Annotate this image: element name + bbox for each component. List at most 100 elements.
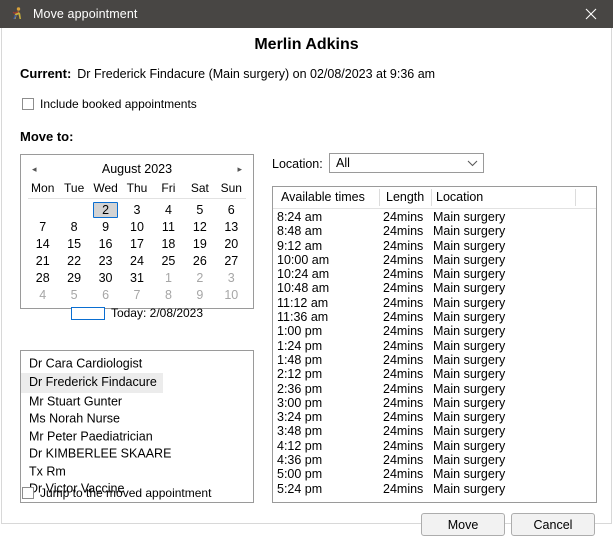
calendar-day-14[interactable]: 14 — [27, 235, 58, 252]
calendar-day-31[interactable]: 31 — [121, 269, 152, 286]
calendar-day-20[interactable]: 20 — [216, 235, 247, 252]
practitioner-list[interactable]: Dr Cara Cardiologist Dr Frederick Findacu… — [20, 350, 254, 503]
calendar-day-10[interactable]: 10 — [121, 218, 152, 235]
table-row[interactable]: 3:00 pm 24mins Main surgery — [273, 396, 596, 410]
calendar-day-6[interactable]: 6 — [90, 286, 121, 303]
list-item[interactable]: Tx Rm — [21, 463, 253, 481]
calendar-day-18[interactable]: 18 — [153, 235, 184, 252]
calendar-day-3[interactable]: 3 — [121, 201, 152, 218]
table-row[interactable]: 10:00 am 24mins Main surgery — [273, 253, 596, 267]
table-row[interactable]: 1:24 pm 24mins Main surgery — [273, 339, 596, 353]
list-item[interactable]: Mr Peter Paediatrician — [21, 428, 253, 446]
calendar-day-28[interactable]: 28 — [27, 269, 58, 286]
table-row[interactable]: 10:24 am 24mins Main surgery — [273, 267, 596, 281]
table-row[interactable]: 2:12 pm 24mins Main surgery — [273, 367, 596, 381]
calendar-day-25[interactable]: 25 — [153, 252, 184, 269]
calendar-day-9[interactable]: 9 — [90, 218, 121, 235]
calendar-day-13[interactable]: 13 — [216, 218, 247, 235]
list-item[interactable]: Mr Stuart Gunter — [21, 393, 253, 411]
table-row[interactable]: 1:00 pm 24mins Main surgery — [273, 324, 596, 338]
calendar-day-23[interactable]: 23 — [90, 252, 121, 269]
current-appointment-value: Dr Frederick Findacure (Main surgery) on… — [77, 67, 436, 81]
calendar-day-16[interactable]: 16 — [90, 235, 121, 252]
list-item[interactable]: Ms Norah Nurse — [21, 411, 253, 429]
table-row[interactable]: 9:12 am 24mins Main surgery — [273, 239, 596, 253]
table-row[interactable]: 1:48 pm 24mins Main surgery — [273, 353, 596, 367]
practitioner-name: Tx Rm — [29, 464, 66, 478]
calendar-day-27[interactable]: 27 — [216, 252, 247, 269]
cell-available-time: 5:00 pm — [277, 467, 323, 482]
calendar-day-24[interactable]: 24 — [121, 252, 152, 269]
table-body: 8:24 am 24mins Main surgery 8:48 am 24mins Ma… — [273, 209, 596, 496]
table-row[interactable]: 2:36 pm 24mins Main surgery — [273, 382, 596, 396]
table-row[interactable]: 3:48 pm 24mins Main surgery — [273, 424, 596, 438]
calendar-day-26[interactable]: 26 — [184, 252, 215, 269]
close-icon[interactable] — [568, 0, 613, 28]
calendar-day-11[interactable]: 11 — [153, 218, 184, 235]
cell-length: 24mins — [383, 267, 424, 282]
calendar-day-19[interactable]: 19 — [184, 235, 215, 252]
table-header-row: Available times Length Location — [273, 187, 596, 209]
calendar-day-grid[interactable]: 2 3 4 5 6 7 8 9 10 11 12 13 14 15 16 17 18 19 20 21 22 23 24 25… — [24, 201, 250, 303]
column-header-available-times[interactable]: Available times — [281, 190, 365, 204]
cell-length: 24mins — [383, 338, 424, 353]
calendar-day-7[interactable]: 7 — [27, 218, 58, 235]
table-row[interactable]: 5:24 pm 24mins Main surgery — [273, 482, 596, 496]
move-button[interactable]: Move — [421, 513, 505, 536]
calendar-day-label: 17 — [130, 236, 144, 251]
list-item[interactable]: Dr Cara Cardiologist — [21, 355, 253, 373]
calendar-day-17[interactable]: 17 — [121, 235, 152, 252]
list-item[interactable]: Dr Frederick Findacure — [21, 372, 253, 393]
calendar-day-29[interactable]: 29 — [58, 269, 89, 286]
calendar-day-15[interactable]: 15 — [58, 235, 89, 252]
calendar-day-label: 31 — [130, 270, 144, 285]
include-booked-checkbox[interactable]: Include booked appointments — [22, 97, 197, 111]
calendar-day-4[interactable]: 4 — [153, 201, 184, 218]
table-row[interactable]: 8:48 am 24mins Main surgery — [273, 224, 596, 238]
table-row[interactable]: 11:12 am 24mins Main surgery — [273, 296, 596, 310]
calendar-inner: ◂ August 2023 ▸ Mon Tue Wed Thu Fri Sat Sun 23… — [23, 157, 251, 320]
calendar-widget[interactable]: ◂ August 2023 ▸ Mon Tue Wed Thu Fri Sat Sun 23… — [20, 154, 254, 320]
jump-to-moved-checkbox[interactable]: Jump to the moved appointment — [22, 486, 211, 500]
table-row[interactable]: 10:48 am 24mins Main surgery — [273, 281, 596, 295]
calendar-day-10[interactable]: 10 — [216, 286, 247, 303]
list-item[interactable]: Dr KIMBERLEE SKAARE — [21, 446, 253, 464]
calendar-day-12[interactable]: 12 — [184, 218, 215, 235]
location-filter-select[interactable]: All — [329, 153, 484, 173]
calendar-day-7[interactable]: 7 — [121, 286, 152, 303]
cancel-button[interactable]: Cancel — [511, 513, 595, 536]
cell-location: Main surgery — [433, 338, 506, 353]
calendar-day-21[interactable]: 21 — [27, 252, 58, 269]
calendar-next-month-icon[interactable]: ▸ — [230, 164, 242, 174]
calendar-day-2[interactable]: 2 — [90, 201, 121, 218]
cell-available-time: 8:48 am — [277, 224, 323, 239]
calendar-day-1[interactable]: 1 — [153, 269, 184, 286]
calendar-day-5[interactable]: 5 — [184, 201, 215, 218]
calendar-day-6[interactable]: 6 — [216, 201, 247, 218]
table-row[interactable]: 3:24 pm 24mins Main surgery — [273, 410, 596, 424]
calendar-day-30[interactable]: 30 — [90, 269, 121, 286]
calendar-day-5[interactable]: 5 — [58, 286, 89, 303]
calendar-day-label: 10 — [224, 287, 239, 302]
column-header-location[interactable]: Location — [436, 190, 483, 204]
calendar-day-label: 23 — [98, 253, 113, 268]
include-booked-label: Include booked appointments — [40, 97, 197, 111]
column-header-length[interactable]: Length — [386, 190, 424, 204]
calendar-day-3[interactable]: 3 — [216, 269, 247, 286]
calendar-day-9[interactable]: 9 — [184, 286, 215, 303]
table-row[interactable]: 5:00 pm 24mins Main surgery — [273, 467, 596, 481]
calendar-day-8[interactable]: 8 — [153, 286, 184, 303]
page-title: Merlin Adkins — [254, 36, 359, 53]
table-row[interactable]: 4:12 pm 24mins Main surgery — [273, 439, 596, 453]
table-row[interactable]: 8:24 am 24mins Main surgery — [273, 210, 596, 224]
calendar-today-row[interactable]: Today: 2/08/2023 — [24, 306, 250, 320]
table-row[interactable]: 11:36 am 24mins Main surgery — [273, 310, 596, 324]
available-times-table[interactable]: Available times Length Location 8:24 am 2… — [272, 186, 597, 503]
calendar-day-22[interactable]: 22 — [58, 252, 89, 269]
calendar-day-4[interactable]: 4 — [27, 286, 58, 303]
calendar-prev-month-icon[interactable]: ◂ — [32, 164, 44, 174]
calendar-dow-wed: Wed — [93, 181, 118, 195]
table-row[interactable]: 4:36 pm 24mins Main surgery — [273, 453, 596, 467]
calendar-day-2[interactable]: 2 — [184, 269, 215, 286]
calendar-day-8[interactable]: 8 — [58, 218, 89, 235]
